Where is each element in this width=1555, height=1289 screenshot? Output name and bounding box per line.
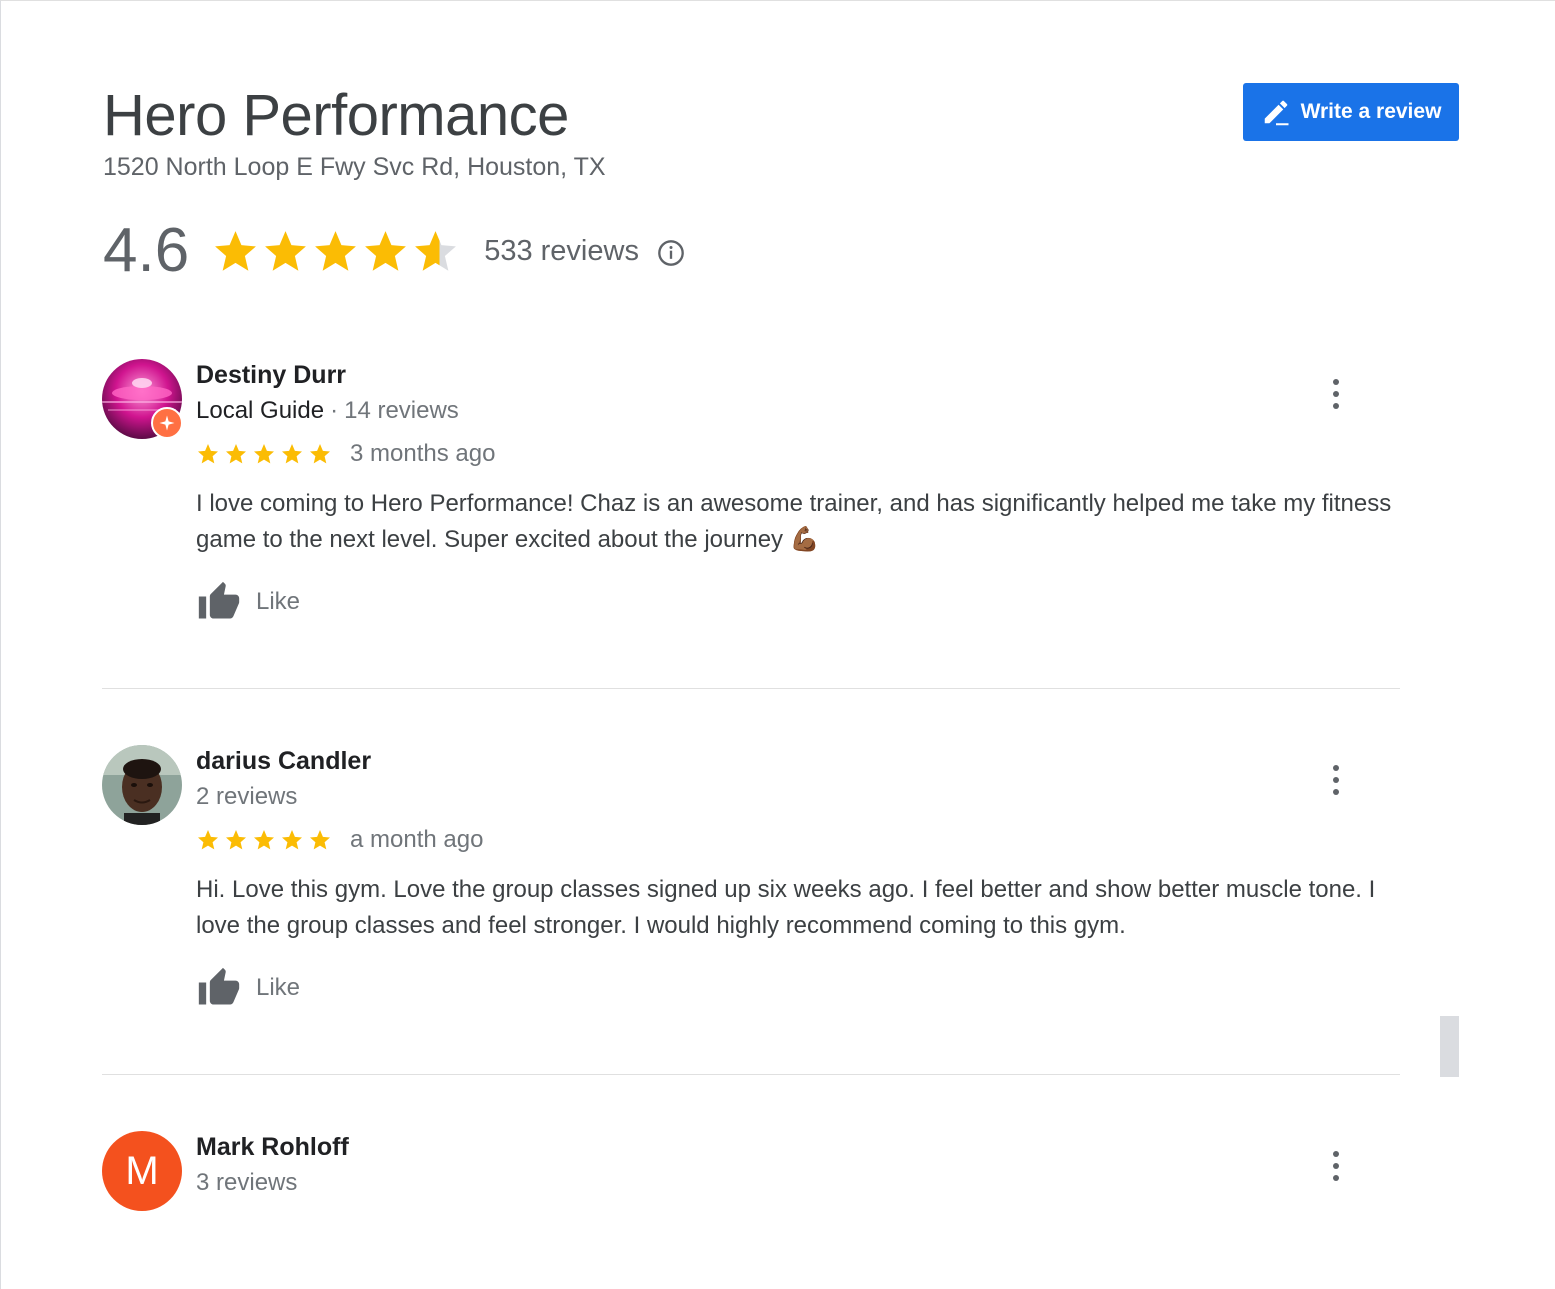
review-content: Destiny Durr Local Guide · 14 reviews 3 mo… bbox=[196, 359, 1396, 624]
reviewer-review-count: 3 reviews bbox=[196, 1169, 298, 1196]
thumbs-up-icon bbox=[198, 967, 240, 1005]
review-stars bbox=[196, 442, 332, 466]
reviewer-review-count: 2 reviews bbox=[196, 783, 298, 810]
avatar[interactable] bbox=[102, 745, 182, 825]
write-review-button[interactable]: Write a review bbox=[1243, 83, 1459, 141]
review-time: a month ago bbox=[350, 826, 484, 853]
like-label: Like bbox=[256, 974, 301, 1001]
scrollbar-thumb[interactable] bbox=[1440, 1016, 1459, 1077]
average-stars bbox=[211, 227, 460, 276]
star-icon bbox=[310, 444, 330, 464]
review-rating-row: 3 months ago bbox=[196, 438, 1396, 470]
place-address: 1520 North Loop E Fwy Svc Rd, Houston, T… bbox=[103, 153, 606, 181]
reviews-panel: Hero Performance 1520 North Loop E Fwy S… bbox=[0, 0, 1555, 1289]
star-icon bbox=[254, 830, 274, 850]
reviewer-meta: 3 reviews bbox=[196, 1166, 1396, 1200]
rating-summary: 4.6 533 reviews bbox=[103, 213, 685, 289]
divider bbox=[102, 1074, 1400, 1075]
star-icon bbox=[315, 230, 357, 271]
more-options-icon[interactable] bbox=[1324, 1149, 1348, 1183]
half-star-icon bbox=[415, 230, 457, 271]
star-icon bbox=[226, 444, 246, 464]
total-review-count: 533 reviews bbox=[484, 234, 639, 267]
reviewer-meta: Local Guide · 14 reviews bbox=[196, 394, 1396, 428]
local-guide-badge-icon bbox=[151, 407, 183, 439]
star-icon bbox=[310, 830, 330, 850]
star-icon bbox=[254, 444, 274, 464]
review-time: 3 months ago bbox=[350, 440, 496, 467]
star-icon bbox=[198, 830, 218, 850]
separator-dot: · bbox=[330, 397, 339, 424]
reviewer-name[interactable]: darius Candler bbox=[196, 745, 1396, 777]
more-options-icon[interactable] bbox=[1324, 377, 1348, 411]
review-rating-row: a month ago bbox=[196, 824, 1396, 856]
avatar[interactable] bbox=[102, 359, 183, 439]
profile-photo bbox=[102, 745, 182, 825]
star-icon bbox=[198, 444, 218, 464]
thumbs-up-icon bbox=[198, 581, 240, 619]
star-icon bbox=[265, 230, 307, 271]
write-review-label: Write a review bbox=[1300, 100, 1442, 123]
reviewer-name[interactable]: Destiny Durr bbox=[196, 359, 1396, 391]
like-label: Like bbox=[256, 588, 301, 615]
avatar-initial: M bbox=[102, 1131, 182, 1211]
star-icon bbox=[226, 830, 246, 850]
pencil-icon bbox=[1264, 100, 1289, 126]
star-icon bbox=[365, 230, 407, 271]
review-text: I love coming to Hero Performance! Chaz … bbox=[196, 490, 1392, 553]
avatar[interactable]: M bbox=[102, 1131, 182, 1211]
like-button[interactable]: Like bbox=[196, 966, 316, 1010]
divider bbox=[102, 688, 1400, 689]
like-button[interactable]: Like bbox=[196, 580, 316, 624]
star-icon bbox=[282, 830, 302, 850]
review-text: Hi. Love this gym. Love the group classe… bbox=[196, 876, 1376, 939]
place-header: Hero Performance 1520 North Loop E Fwy S… bbox=[103, 83, 1459, 183]
more-options-icon[interactable] bbox=[1324, 763, 1348, 797]
average-rating: 4.6 bbox=[103, 216, 190, 285]
review-content: darius Candler 2 reviews a month ago Hi.… bbox=[196, 745, 1396, 1010]
reviewer-review-count: 14 reviews bbox=[344, 397, 459, 424]
reviewer-name[interactable]: Mark Rohloff bbox=[196, 1131, 1396, 1163]
local-guide-label: Local Guide bbox=[196, 397, 325, 424]
info-icon[interactable] bbox=[657, 239, 685, 267]
reviewer-meta: 2 reviews bbox=[196, 780, 1396, 814]
review-stars bbox=[196, 828, 332, 852]
star-icon bbox=[215, 230, 257, 271]
review-content: Mark Rohloff 3 reviews bbox=[196, 1131, 1396, 1200]
star-icon bbox=[282, 444, 302, 464]
